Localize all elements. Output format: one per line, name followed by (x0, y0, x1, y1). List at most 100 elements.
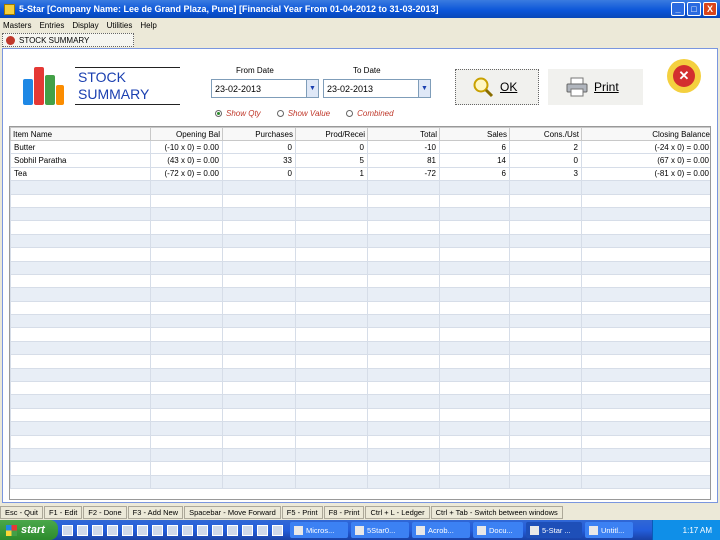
table-row[interactable] (10, 206, 710, 222)
table-row[interactable] (10, 327, 710, 342)
empty-cell (367, 327, 440, 342)
print-button[interactable]: Print (548, 69, 643, 105)
table-row[interactable] (10, 340, 710, 356)
quick-launch (62, 524, 287, 536)
quick-launch-icon[interactable] (272, 524, 283, 536)
taskbar-button[interactable]: Acrob... (412, 522, 470, 538)
menu-display[interactable]: Display (72, 21, 98, 30)
taskbar-button[interactable]: Micros... (290, 522, 348, 538)
empty-cell (581, 260, 710, 275)
table-row[interactable]: Tea (-72 x 0) = 0.00 0 1 -72 6 3 (-81 x … (10, 166, 710, 182)
table-row[interactable] (10, 447, 710, 463)
taskbar-button-active[interactable]: 5-Star ... (526, 522, 582, 538)
empty-cell (150, 300, 223, 316)
empty-cell (10, 474, 151, 490)
close-window-button[interactable]: X (703, 2, 717, 16)
clock[interactable]: 1:17 AM (683, 526, 712, 535)
table-row[interactable] (10, 273, 710, 289)
table-row[interactable] (10, 260, 710, 275)
close-form-button[interactable]: ✕ (667, 59, 701, 93)
empty-cell (222, 474, 296, 490)
empty-cell (439, 193, 510, 208)
taskbar-button[interactable]: Docu... (473, 522, 523, 538)
cell-cons-ust: 0 (509, 153, 582, 168)
menu-utilities[interactable]: Utilities (107, 21, 133, 30)
table-row[interactable] (10, 193, 710, 208)
table-row[interactable] (10, 220, 710, 235)
col-purchases[interactable]: Purchases (222, 127, 296, 141)
table-row[interactable] (10, 461, 710, 476)
col-item-name[interactable]: Item Name (10, 127, 151, 141)
quick-launch-icon[interactable] (182, 524, 193, 536)
table-row[interactable]: Sobhil Paratha (43 x 0) = 0.00 33 5 81 1… (10, 153, 710, 168)
stock-table[interactable]: Item Name Opening Bal Purchases Prod/Rec… (9, 126, 711, 500)
from-date-picker[interactable]: 23-02-2013 ▼ (211, 79, 319, 98)
print-label: Print (594, 80, 619, 94)
quick-launch-icon[interactable] (137, 524, 148, 536)
table-row[interactable] (10, 474, 710, 490)
ok-button[interactable]: OK (455, 69, 539, 105)
chevron-down-icon[interactable]: ▼ (418, 80, 430, 97)
empty-cell (509, 273, 582, 289)
taskbar-button[interactable]: 5Star0... (351, 522, 409, 538)
table-row[interactable] (10, 180, 710, 195)
empty-cell (295, 381, 368, 396)
col-closing-balance[interactable]: Closing Balance (581, 127, 710, 141)
col-opening-bal[interactable]: Opening Bal (150, 127, 223, 141)
quick-launch-icon[interactable] (212, 524, 223, 536)
quick-launch-icon[interactable] (167, 524, 178, 536)
col-sales[interactable]: Sales (439, 127, 510, 141)
quick-launch-icon[interactable] (77, 524, 88, 536)
col-prod-recei[interactable]: Prod/Recei (295, 127, 368, 141)
quick-launch-icon[interactable] (257, 524, 268, 536)
radio-dot-icon[interactable] (276, 110, 284, 117)
table-row[interactable] (10, 421, 710, 436)
to-date-picker[interactable]: 23-02-2013 ▼ (323, 79, 431, 98)
table-row[interactable] (10, 287, 710, 302)
table-row[interactable]: Butter (-10 x 0) = 0.00 0 0 -10 6 2 (-24… (10, 139, 710, 155)
quick-launch-icon[interactable] (242, 524, 253, 536)
col-total[interactable]: Total (367, 127, 440, 141)
empty-cell (509, 233, 582, 249)
menu-entries[interactable]: Entries (39, 21, 64, 30)
minimize-button[interactable]: _ (671, 2, 685, 16)
app-icon (294, 525, 303, 535)
chevron-down-icon[interactable]: ▼ (306, 80, 318, 97)
quick-launch-icon[interactable] (227, 524, 238, 536)
quick-launch-icon[interactable] (92, 524, 103, 536)
taskbar-button[interactable]: Untitl... (585, 522, 633, 538)
table-row[interactable] (10, 394, 710, 409)
radio-show-qty[interactable]: Show Qty (215, 109, 261, 118)
quick-launch-icon[interactable] (62, 524, 73, 536)
start-button[interactable]: start (0, 520, 58, 540)
table-row[interactable] (10, 354, 710, 369)
table-row[interactable] (10, 367, 710, 383)
radio-dot-icon[interactable] (346, 110, 354, 117)
empty-cell (150, 327, 223, 342)
table-row[interactable] (10, 233, 710, 249)
title-bar[interactable]: 5-Star [Company Name: Lee de Grand Plaza… (0, 0, 720, 18)
table-row[interactable] (10, 314, 710, 329)
empty-cell (10, 434, 151, 449)
radio-show-value[interactable]: Show Value (276, 109, 330, 118)
table-row[interactable] (10, 247, 710, 262)
radio-combined[interactable]: Combined (346, 109, 394, 118)
table-row[interactable] (10, 300, 710, 316)
quick-launch-icon[interactable] (152, 524, 163, 536)
table-row[interactable] (10, 381, 710, 396)
menu-help[interactable]: Help (140, 21, 156, 30)
table-row[interactable] (10, 407, 710, 423)
quick-launch-icon[interactable] (197, 524, 208, 536)
empty-cell (367, 260, 440, 275)
maximize-button[interactable]: □ (687, 2, 701, 16)
radio-dot-icon[interactable] (215, 110, 222, 117)
tab-stock-summary[interactable]: STOCK SUMMARY (2, 33, 134, 47)
col-cons-ust[interactable]: Cons./Ust (509, 127, 582, 141)
start-label: start (21, 524, 45, 536)
status-hint: F2 - Done (83, 506, 127, 519)
menu-masters[interactable]: Masters (3, 21, 31, 30)
quick-launch-icon[interactable] (122, 524, 133, 536)
empty-cell (509, 287, 582, 302)
table-row[interactable] (10, 434, 710, 449)
quick-launch-icon[interactable] (107, 524, 118, 536)
